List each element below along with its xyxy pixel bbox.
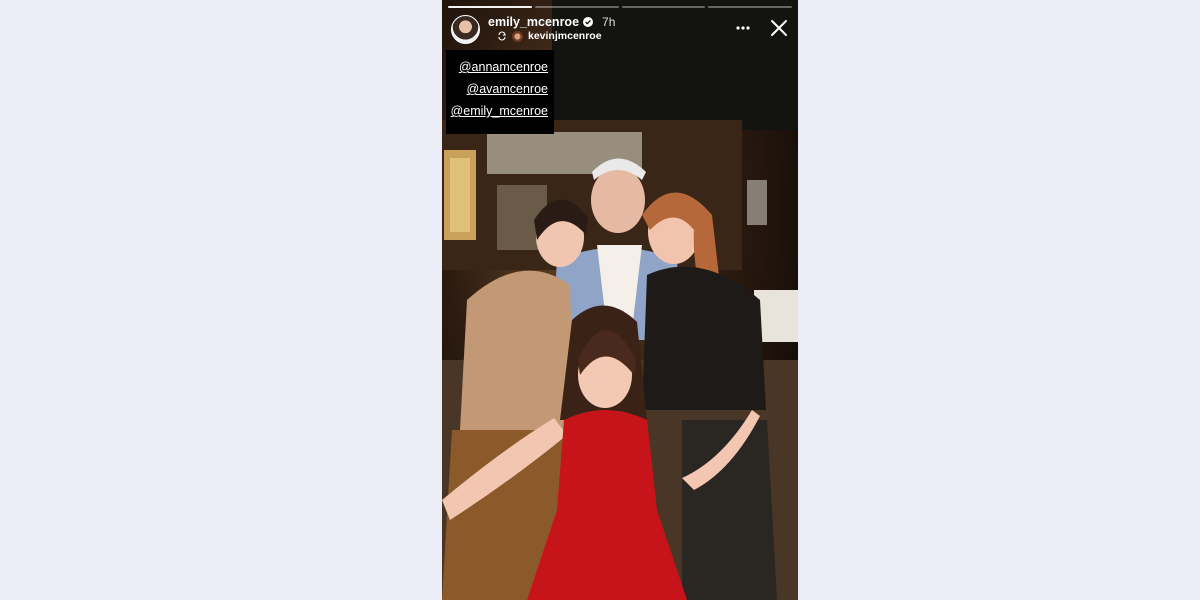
progress-segment <box>448 6 532 8</box>
verified-badge-icon <box>583 17 594 27</box>
progress-segment <box>621 6 706 8</box>
mention-tag[interactable]: @avamcenroe <box>446 78 554 100</box>
user-line: emily_mcenroe 7h <box>488 15 615 29</box>
mention-tag[interactable]: @annamcenroe <box>446 56 554 78</box>
close-icon[interactable] <box>769 18 789 38</box>
avatar[interactable] <box>451 15 480 44</box>
progress-segment <box>708 6 792 8</box>
mention-stickers: @annamcenroe @avamcenroe @emily_mcenroe <box>446 50 554 134</box>
story-header: emily_mcenroe 7h kevinjmcenroe <box>451 14 789 44</box>
story-viewer[interactable]: emily_mcenroe 7h kevinjmcenroe @annamcen… <box>442 0 798 600</box>
progress-segment <box>534 6 619 8</box>
more-options-icon[interactable] <box>735 20 751 36</box>
repost-icon <box>498 31 507 41</box>
reposter-username[interactable]: kevinjmcenroe <box>528 30 602 42</box>
reposter-avatar <box>512 30 523 42</box>
username[interactable]: emily_mcenroe <box>488 15 579 29</box>
repost-line: kevinjmcenroe <box>497 30 602 42</box>
mention-tag[interactable]: @emily_mcenroe <box>446 100 554 122</box>
story-progress-bar <box>448 6 792 8</box>
post-time: 7h <box>602 15 616 29</box>
